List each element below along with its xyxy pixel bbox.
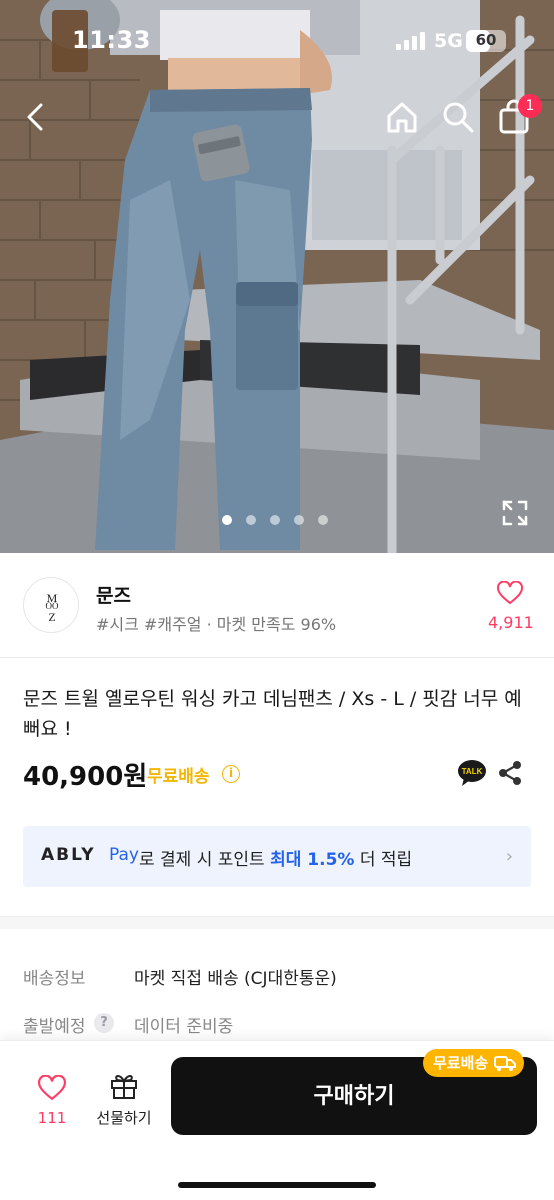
status-bar: 11:33 5G 60 bbox=[0, 0, 554, 80]
bottom-action-bar: 111 선물하기 구매하기 무료배송 bbox=[0, 1040, 554, 1200]
shop-name[interactable]: 문즈 bbox=[96, 581, 131, 608]
pay-word: Pay bbox=[109, 845, 139, 865]
like-button[interactable]: 111 bbox=[30, 1074, 74, 1127]
shop-logo[interactable]: M OO Z bbox=[23, 577, 79, 633]
gift-button[interactable]: 선물하기 bbox=[88, 1071, 160, 1128]
gift-label: 선물하기 bbox=[96, 1109, 152, 1127]
shop-info-row[interactable]: M OO Z 문즈 #시크 #캐주얼 · 마켓 만족도 96% 4,911 bbox=[0, 553, 554, 657]
dispatch-value: 데이터 준비중 bbox=[134, 1017, 234, 1037]
share-icon[interactable] bbox=[498, 760, 522, 786]
cellular-signal-icon bbox=[396, 32, 425, 50]
carousel-dot[interactable] bbox=[318, 515, 328, 525]
free-shipping-badge-label: 무료배송 bbox=[433, 1054, 489, 1072]
divider bbox=[0, 657, 554, 658]
home-icon[interactable] bbox=[382, 97, 422, 137]
pay-banner-text: 로 결제 시 포인트 최대 1.5% 더 적립 bbox=[139, 845, 412, 870]
chevron-right-icon: › bbox=[505, 846, 513, 867]
product-image-carousel[interactable]: 11:33 5G 60 1 bbox=[0, 0, 554, 553]
carousel-dot[interactable] bbox=[270, 515, 280, 525]
product-photo bbox=[0, 0, 554, 553]
kakao-talk-icon[interactable]: TALK bbox=[457, 759, 487, 787]
status-time: 11:33 bbox=[72, 26, 151, 54]
gift-icon bbox=[111, 1075, 137, 1099]
carousel-dot[interactable] bbox=[246, 515, 256, 525]
dispatch-label: 출발예정 bbox=[23, 1017, 86, 1037]
help-icon[interactable]: ? bbox=[94, 1013, 114, 1033]
pay-highlight: 최대 1.5% bbox=[270, 850, 355, 870]
free-shipping-badge: 무료배송 bbox=[423, 1049, 525, 1077]
carousel-indicator bbox=[222, 515, 328, 525]
shipping-info-label: 배송정보 bbox=[23, 969, 86, 989]
heart-icon bbox=[38, 1074, 66, 1101]
heart-icon bbox=[497, 580, 523, 605]
shop-logo-mark: M OO Z bbox=[46, 591, 59, 624]
home-indicator bbox=[178, 1182, 376, 1188]
back-chevron-icon[interactable] bbox=[16, 97, 56, 137]
ably-brand: ABLY bbox=[41, 845, 96, 865]
shop-tags: #시크 #캐주얼 · 마켓 만족도 96% bbox=[96, 615, 337, 634]
expand-icon[interactable] bbox=[500, 498, 530, 528]
network-type: 5G bbox=[434, 30, 463, 52]
carousel-dot[interactable] bbox=[222, 515, 232, 525]
pay-text-after: 더 적립 bbox=[354, 850, 413, 870]
cart-count-badge: 1 bbox=[518, 94, 542, 118]
shop-like-count: 4,911 bbox=[488, 613, 534, 632]
shipping-info-value: 마켓 직접 배송 (CJ대한통운) bbox=[134, 969, 337, 989]
svg-text:Z: Z bbox=[48, 610, 55, 624]
free-shipping-label: 무료배송 bbox=[147, 767, 210, 787]
like-count: 111 bbox=[37, 1109, 67, 1127]
info-icon[interactable]: i bbox=[222, 765, 240, 783]
section-gap bbox=[0, 917, 554, 929]
pay-text-before: 로 결제 시 포인트 bbox=[139, 850, 271, 870]
product-title: 문즈 트윌 옐로우틴 워싱 카고 데님팬츠 / Xs - L / 핏감 너무 예… bbox=[23, 688, 522, 740]
carousel-dot[interactable] bbox=[294, 515, 304, 525]
search-icon[interactable] bbox=[438, 97, 478, 137]
talk-label: TALK bbox=[462, 767, 483, 776]
truck-icon bbox=[494, 1056, 517, 1071]
battery-icon: 60 bbox=[466, 30, 506, 52]
shop-like-button[interactable]: 4,911 bbox=[488, 580, 534, 632]
product-price: 40,900원 bbox=[23, 762, 148, 792]
ably-pay-banner[interactable]: ABLY Pay 로 결제 시 포인트 최대 1.5% 더 적립 › bbox=[23, 826, 531, 887]
battery-level: 60 bbox=[475, 31, 497, 49]
